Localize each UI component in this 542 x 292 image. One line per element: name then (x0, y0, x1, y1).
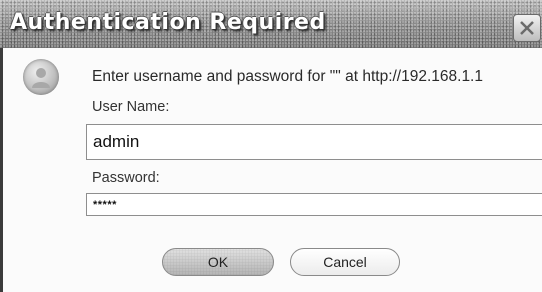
auth-prompt: Enter username and password for "" at ht… (92, 68, 483, 85)
password-field-box[interactable] (86, 193, 542, 216)
close-button[interactable] (513, 14, 541, 42)
ok-button[interactable]: OK (162, 248, 274, 276)
password-input[interactable] (87, 194, 542, 215)
close-icon (520, 21, 534, 35)
title-bar[interactable]: Authentication Required (0, 0, 542, 48)
username-field-box[interactable] (86, 124, 542, 160)
username-input[interactable] (87, 125, 542, 159)
user-icon (23, 59, 59, 95)
auth-dialog: Authentication Required Enter username a… (0, 0, 542, 292)
dialog-title: Authentication Required (10, 10, 326, 35)
password-label: Password: (92, 170, 160, 186)
cancel-button[interactable]: Cancel (290, 248, 400, 276)
window-frame (0, 48, 3, 292)
username-label: User Name: (92, 99, 170, 115)
